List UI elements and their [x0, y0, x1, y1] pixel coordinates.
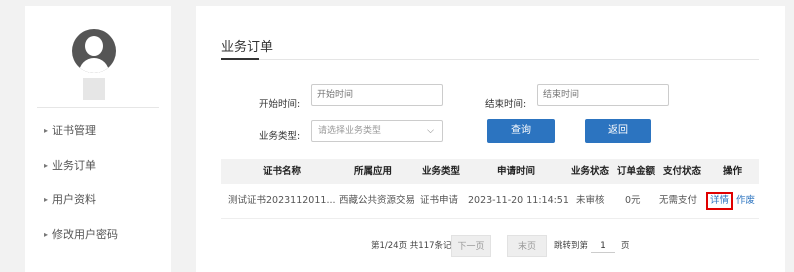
detail-link[interactable]: 详情 [706, 192, 734, 210]
business-type-placeholder: 请选择业务类型 [318, 126, 382, 136]
cell-pay-status: 无需支付 [659, 195, 698, 206]
query-button[interactable]: 查询 [487, 119, 555, 143]
row-divider [221, 218, 759, 219]
avatar-body-shape [79, 58, 109, 73]
sidebar-item-label: 用户资料 [52, 193, 97, 206]
sidebar-divider [37, 107, 159, 108]
sidebar-item-label: 修改用户密码 [52, 228, 119, 241]
next-page-button[interactable]: 下一页 [451, 235, 491, 257]
sidebar-item-label: 证书管理 [52, 124, 97, 137]
column-header-cert-name: 证书名称 [263, 166, 302, 177]
void-link[interactable]: 作废 [736, 188, 755, 214]
main-panel: 业务订单 开始时间: 结束时间: 业务类型: 请选择业务类型 ⌵ 查询 返回 证… [196, 6, 785, 272]
business-type-label: 业务类型: [259, 131, 301, 142]
cell-amount: 0元 [625, 195, 641, 206]
last-page-button[interactable]: 末页 [507, 235, 547, 257]
bullet-icon: ▸ [44, 230, 49, 239]
page-title: 业务订单 [221, 40, 274, 55]
chevron-down-icon: ⌵ [427, 126, 434, 136]
column-header-type: 业务类型 [422, 166, 461, 177]
sidebar-item-change-password[interactable]: ▸ 修改用户密码 [44, 226, 118, 242]
business-type-select[interactable]: 请选择业务类型 ⌵ [311, 120, 443, 142]
jump-label: 跳转到第 [554, 241, 589, 251]
page-suffix-label: 页 [621, 241, 630, 251]
sidebar-item-user-profile[interactable]: ▸ 用户资料 [44, 191, 96, 207]
avatar-head-shape [85, 36, 103, 56]
page-jump-input[interactable] [591, 239, 615, 253]
column-header-amount: 订单金额 [617, 166, 656, 177]
cell-status: 未审核 [576, 195, 605, 206]
column-header-actions: 操作 [723, 166, 743, 177]
column-header-app: 所属应用 [354, 166, 393, 177]
table-header: 证书名称 所属应用 业务类型 申请时间 业务状态 订单金额 支付状态 操作 [221, 159, 759, 184]
pagination-summary: 第1/24页 共117条记录 [371, 241, 461, 251]
username-placeholder [83, 78, 105, 100]
cell-app: 西藏公共资源交易 [339, 195, 416, 206]
sidebar-item-cert-management[interactable]: ▸ 证书管理 [44, 122, 96, 138]
cell-type: 证书申请 [420, 195, 459, 206]
sidebar: ▸ 证书管理 ▸ 业务订单 ▸ 用户资料 ▸ 修改用户密码 [25, 6, 171, 272]
title-divider [221, 59, 759, 60]
start-time-input[interactable] [311, 84, 443, 106]
back-button[interactable]: 返回 [585, 119, 651, 143]
sidebar-item-business-orders[interactable]: ▸ 业务订单 [44, 157, 96, 173]
cell-cert-name: 测试证书2023112011... [228, 195, 336, 206]
cell-time: 2023-11-20 11:14:51 [468, 195, 569, 206]
end-time-input[interactable] [537, 84, 669, 106]
column-header-time: 申请时间 [497, 166, 536, 177]
bullet-icon: ▸ [44, 161, 49, 170]
start-time-label: 开始时间: [259, 99, 301, 110]
table-row: 测试证书2023112011... 西藏公共资源交易 证书申请 2023-11-… [221, 188, 759, 214]
avatar [72, 29, 116, 73]
title-underline [221, 58, 259, 60]
sidebar-item-label: 业务订单 [52, 159, 97, 172]
column-header-pay-status: 支付状态 [663, 166, 702, 177]
column-header-status: 业务状态 [571, 166, 610, 177]
end-time-label: 结束时间: [485, 99, 527, 110]
bullet-icon: ▸ [44, 195, 49, 204]
bullet-icon: ▸ [44, 126, 49, 135]
